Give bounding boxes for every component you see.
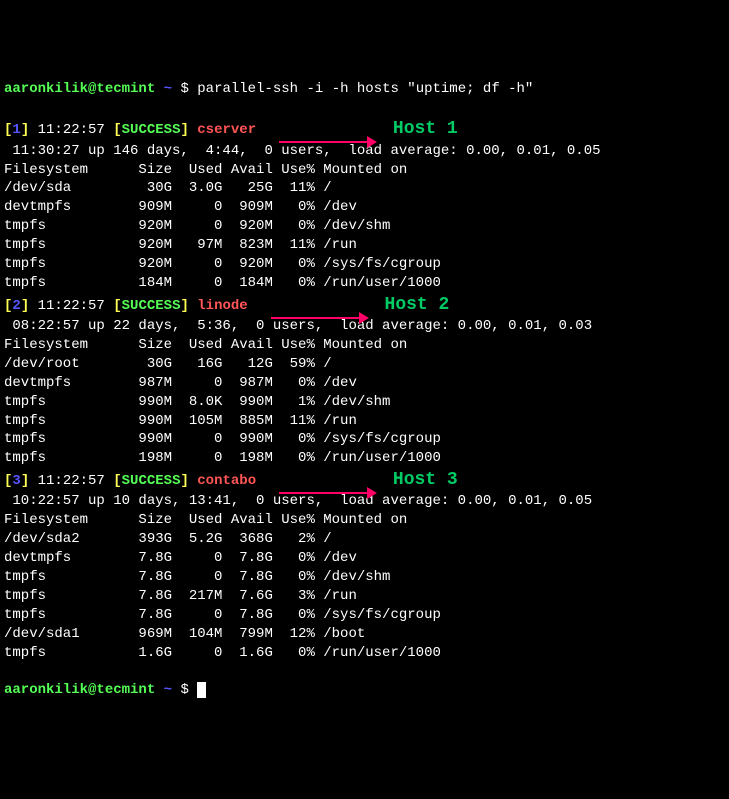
prompt-dollar: $ [180,81,188,97]
output-area: [1] 11:22:57 [SUCCESS] cserver Host 1 11… [4,117,725,662]
df-row: tmpfs 990M 105M 885M 11% /run [4,412,725,431]
prompt-user: aaronkilik@tecmint [4,682,155,698]
prompt-dollar: $ [180,682,188,698]
df-row: /dev/sda1 969M 104M 799M 12% /boot [4,625,725,644]
bracket-close: ] [21,122,29,138]
result-index: 1 [12,122,20,138]
result-time: 11:22:57 [38,473,105,489]
prompt-tilde: ~ [164,81,172,97]
df-row: tmpfs 7.8G 0 7.8G 0% /sys/fs/cgroup [4,606,725,625]
host-annotation: Host 2 [385,295,450,315]
bracket-close: ] [21,473,29,489]
bracket-close: ] [21,298,29,314]
result-status: SUCCESS [122,122,181,138]
uptime-output: 11:30:27 up 146 days, 4:44, 0 users, loa… [4,142,725,161]
bracket-open: [ [113,473,121,489]
df-row: tmpfs 920M 0 920M 0% /sys/fs/cgroup [4,255,725,274]
bracket-open: [ [113,122,121,138]
prompt-line: aaronkilik@tecmint ~ $ parallel-ssh -i -… [4,80,725,99]
command-text: parallel-ssh -i -h hosts "uptime; df -h" [197,81,533,97]
prompt-tilde: ~ [164,682,172,698]
prompt-user: aaronkilik@tecmint [4,81,155,97]
df-row: devtmpfs 7.8G 0 7.8G 0% /dev [4,549,725,568]
bracket-close: ] [180,122,188,138]
result-status: SUCCESS [122,298,181,314]
result-time: 11:22:57 [38,298,105,314]
result-status-line: [3] 11:22:57 [SUCCESS] contabo Host 3 [4,468,725,492]
df-row: devtmpfs 987M 0 987M 0% /dev [4,374,725,393]
df-row: /dev/sda2 393G 5.2G 368G 2% / [4,530,725,549]
df-header: Filesystem Size Used Avail Use% Mounted … [4,511,725,530]
df-row: /dev/root 30G 16G 12G 59% / [4,355,725,374]
df-row: tmpfs 7.8G 217M 7.6G 3% /run [4,587,725,606]
df-row: tmpfs 920M 97M 823M 11% /run [4,236,725,255]
result-status-line: [1] 11:22:57 [SUCCESS] cserver Host 1 [4,117,725,141]
df-row: tmpfs 1.6G 0 1.6G 0% /run/user/1000 [4,644,725,663]
prompt-line-end: aaronkilik@tecmint ~ $ [4,681,725,700]
result-hostname: contabo [197,473,256,489]
df-row: tmpfs 184M 0 184M 0% /run/user/1000 [4,274,725,293]
bracket-open: [ [113,298,121,314]
result-hostname: linode [197,298,247,314]
uptime-output: 10:22:57 up 10 days, 13:41, 0 users, loa… [4,492,725,511]
result-index: 3 [12,473,20,489]
df-header: Filesystem Size Used Avail Use% Mounted … [4,336,725,355]
cursor-icon[interactable] [197,682,206,698]
df-row: tmpfs 990M 8.0K 990M 1% /dev/shm [4,393,725,412]
result-index: 2 [12,298,20,314]
result-time: 11:22:57 [38,122,105,138]
df-row: devtmpfs 909M 0 909M 0% /dev [4,198,725,217]
df-row: tmpfs 198M 0 198M 0% /run/user/1000 [4,449,725,468]
df-row: /dev/sda 30G 3.0G 25G 11% / [4,179,725,198]
result-status-line: [2] 11:22:57 [SUCCESS] linode Host 2 [4,293,725,317]
result-status: SUCCESS [122,473,181,489]
df-row: tmpfs 920M 0 920M 0% /dev/shm [4,217,725,236]
df-row: tmpfs 990M 0 990M 0% /sys/fs/cgroup [4,430,725,449]
bracket-close: ] [180,298,188,314]
host-annotation: Host 3 [393,470,458,490]
result-hostname: cserver [197,122,256,138]
df-header: Filesystem Size Used Avail Use% Mounted … [4,161,725,180]
host-annotation: Host 1 [393,119,458,139]
bracket-close: ] [180,473,188,489]
